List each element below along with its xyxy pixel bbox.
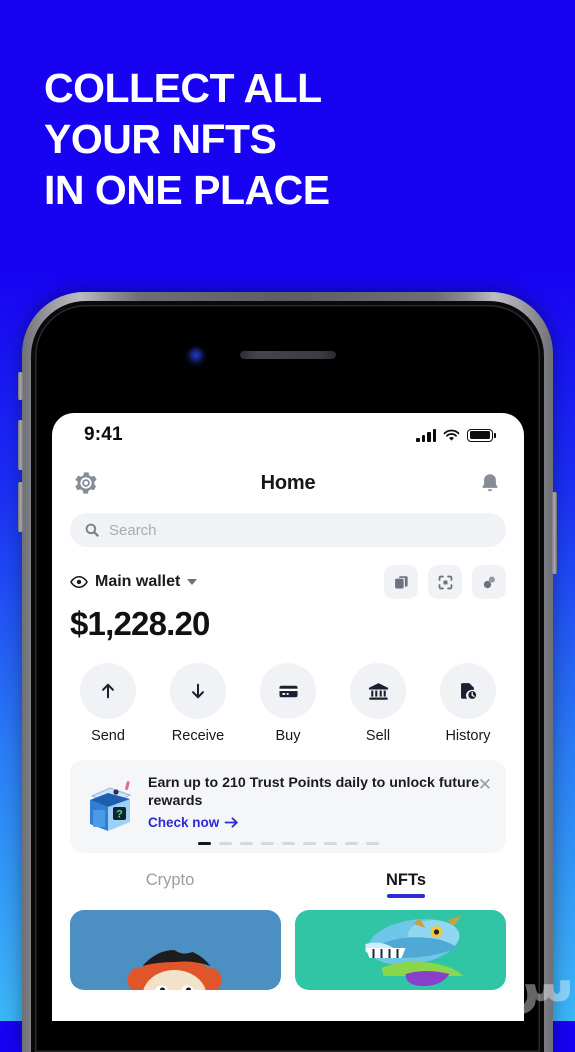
- quick-action-label: Sell: [365, 728, 391, 744]
- wallet-selector[interactable]: Main wallet: [70, 573, 198, 591]
- status-bar: 9:41: [52, 413, 524, 457]
- pagination-dot[interactable]: [302, 842, 316, 845]
- wallet-balance: $1,228.20: [70, 605, 210, 642]
- pagination-dot[interactable]: [365, 842, 379, 845]
- gear-icon[interactable]: [74, 471, 98, 495]
- nft-grid: [70, 910, 506, 990]
- mystery-box-icon: ?: [80, 774, 142, 836]
- tab-crypto[interactable]: Crypto: [52, 871, 288, 898]
- chevron-down-icon: [187, 579, 198, 585]
- earpiece-speaker: [240, 351, 336, 359]
- search-icon: [85, 523, 99, 537]
- cellular-signal-icon: [416, 428, 436, 442]
- history-icon: [461, 683, 478, 701]
- pagination-dot[interactable]: [197, 842, 211, 845]
- search-placeholder: Search: [109, 521, 157, 539]
- arrow-up-icon: [102, 683, 114, 699]
- arrow-right-icon: [224, 817, 239, 828]
- link-icon: [483, 576, 495, 588]
- close-icon[interactable]: ✕: [478, 776, 492, 793]
- asset-tabs: Crypto NFTs: [52, 871, 524, 898]
- quick-action-label: Receive: [171, 728, 225, 744]
- quick-actions: Send Receive Buy Sell History: [66, 663, 510, 744]
- wallet-action-buttons: [384, 565, 506, 599]
- banner-pagination: [70, 842, 506, 845]
- headline-line-3: IN ONE PLACE: [44, 167, 330, 213]
- bank-icon: [368, 682, 388, 700]
- scan-qr-button[interactable]: [428, 565, 462, 599]
- pagination-dot[interactable]: [260, 842, 274, 845]
- wallet-row: Main wallet: [70, 565, 506, 599]
- phone-screen: 9:41 Home Search Main wallet $1,228.20 S…: [52, 413, 524, 1021]
- receive-button[interactable]: [170, 663, 226, 719]
- history-button[interactable]: [440, 663, 496, 719]
- banner-title: Earn up to 210 Trust Points daily to unl…: [148, 775, 480, 809]
- bell-icon[interactable]: [478, 471, 502, 495]
- page-title: Home: [260, 471, 316, 494]
- eye-icon: [70, 575, 88, 589]
- quick-action-send[interactable]: Send: [66, 663, 150, 744]
- quick-action-label: Buy: [275, 728, 301, 744]
- promo-banner[interactable]: ? Earn up to 210 Trust Points daily to u…: [70, 760, 506, 853]
- promo-headline: COLLECT ALL YOUR NFTS IN ONE PLACE: [44, 63, 474, 216]
- pagination-dot[interactable]: [281, 842, 295, 845]
- quick-action-label: Send: [91, 728, 125, 744]
- search-input[interactable]: Search: [70, 513, 506, 547]
- quick-action-receive[interactable]: Receive: [156, 663, 240, 744]
- headline-line-2: YOUR NFTS: [44, 116, 277, 162]
- pagination-dot[interactable]: [239, 842, 253, 845]
- tab-nfts[interactable]: NFTs: [288, 871, 524, 898]
- nft-card-ape[interactable]: [70, 910, 281, 990]
- svg-text:?: ?: [116, 809, 123, 821]
- pagination-dot[interactable]: [218, 842, 232, 845]
- pagination-dot[interactable]: [344, 842, 358, 845]
- credit-card-icon: [278, 685, 298, 697]
- banner-cta[interactable]: Check now: [148, 815, 494, 830]
- volume-down-button[interactable]: [18, 482, 23, 532]
- mute-switch-button[interactable]: [18, 372, 23, 400]
- volume-up-button[interactable]: [18, 420, 23, 470]
- banner-cta-label: Check now: [148, 815, 220, 830]
- sell-button[interactable]: [350, 663, 406, 719]
- status-time: 9:41: [84, 424, 123, 445]
- headline-line-1: COLLECT ALL: [44, 65, 322, 111]
- quick-action-history[interactable]: History: [426, 663, 510, 744]
- copy-address-button[interactable]: [384, 565, 418, 599]
- qr-scan-icon: [438, 575, 452, 589]
- status-indicators: [416, 428, 496, 442]
- wallet-name: Main wallet: [95, 573, 181, 590]
- app-header: Home: [52, 457, 524, 509]
- send-button[interactable]: [80, 663, 136, 719]
- power-button[interactable]: [552, 492, 557, 574]
- connect-dapp-button[interactable]: [472, 565, 506, 599]
- pagination-dot[interactable]: [323, 842, 337, 845]
- buy-button[interactable]: [260, 663, 316, 719]
- banner-content: Earn up to 210 Trust Points daily to unl…: [142, 772, 494, 830]
- nft-card-fish[interactable]: [295, 910, 506, 990]
- copy-icon: [394, 575, 408, 588]
- quick-action-buy[interactable]: Buy: [246, 663, 330, 744]
- arrow-down-icon: [192, 683, 204, 699]
- front-camera-icon: [188, 348, 204, 364]
- quick-action-label: History: [445, 728, 491, 744]
- quick-action-sell[interactable]: Sell: [336, 663, 420, 744]
- battery-full-icon: [467, 428, 496, 442]
- wifi-icon: [443, 429, 460, 441]
